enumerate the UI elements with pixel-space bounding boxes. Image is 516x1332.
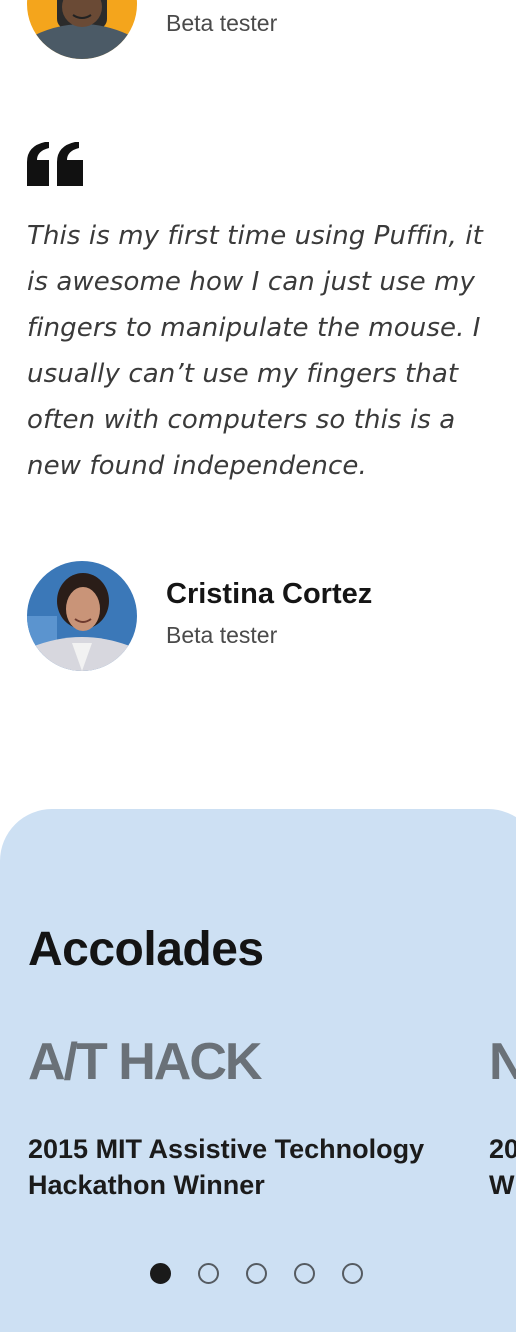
pagination-dot[interactable] xyxy=(150,1263,171,1284)
quote-icon xyxy=(27,142,83,186)
pagination-dot[interactable] xyxy=(294,1263,315,1284)
accolade-caption: 20 W xyxy=(489,1134,516,1200)
avatar-beta-tester xyxy=(27,0,137,59)
author-name: Cristina Cortez xyxy=(166,578,373,610)
accolades-title: Accolades xyxy=(28,923,264,976)
accolades-section: Accolades A/T HACK 2015 MIT Assistive Te… xyxy=(0,809,516,1332)
pagination-dot[interactable] xyxy=(246,1263,267,1284)
accolade-caption: 2015 MIT Assistive Technology Hackathon … xyxy=(28,1134,425,1200)
author-role-top: Beta tester xyxy=(166,10,278,36)
accolade-card: A/T HACK 2015 MIT Assistive Technology H… xyxy=(28,1033,458,1203)
carousel-pagination xyxy=(150,1263,363,1284)
pagination-dot[interactable] xyxy=(342,1263,363,1284)
accolade-card: N 20 W xyxy=(489,1033,516,1203)
accolade-logo: N xyxy=(489,1033,516,1091)
testimonials-page: Beta tester This is my first time using … xyxy=(0,0,516,1332)
avatar-cristina-cortez xyxy=(27,561,137,671)
author-role: Beta tester xyxy=(166,622,278,648)
at-hack-logo: A/T HACK xyxy=(28,1033,262,1091)
accolades-carousel[interactable]: A/T HACK 2015 MIT Assistive Technology H… xyxy=(28,1033,516,1209)
pagination-dot[interactable] xyxy=(198,1263,219,1284)
testimonial-quote: This is my first time using Puffin, it i… xyxy=(27,221,483,481)
